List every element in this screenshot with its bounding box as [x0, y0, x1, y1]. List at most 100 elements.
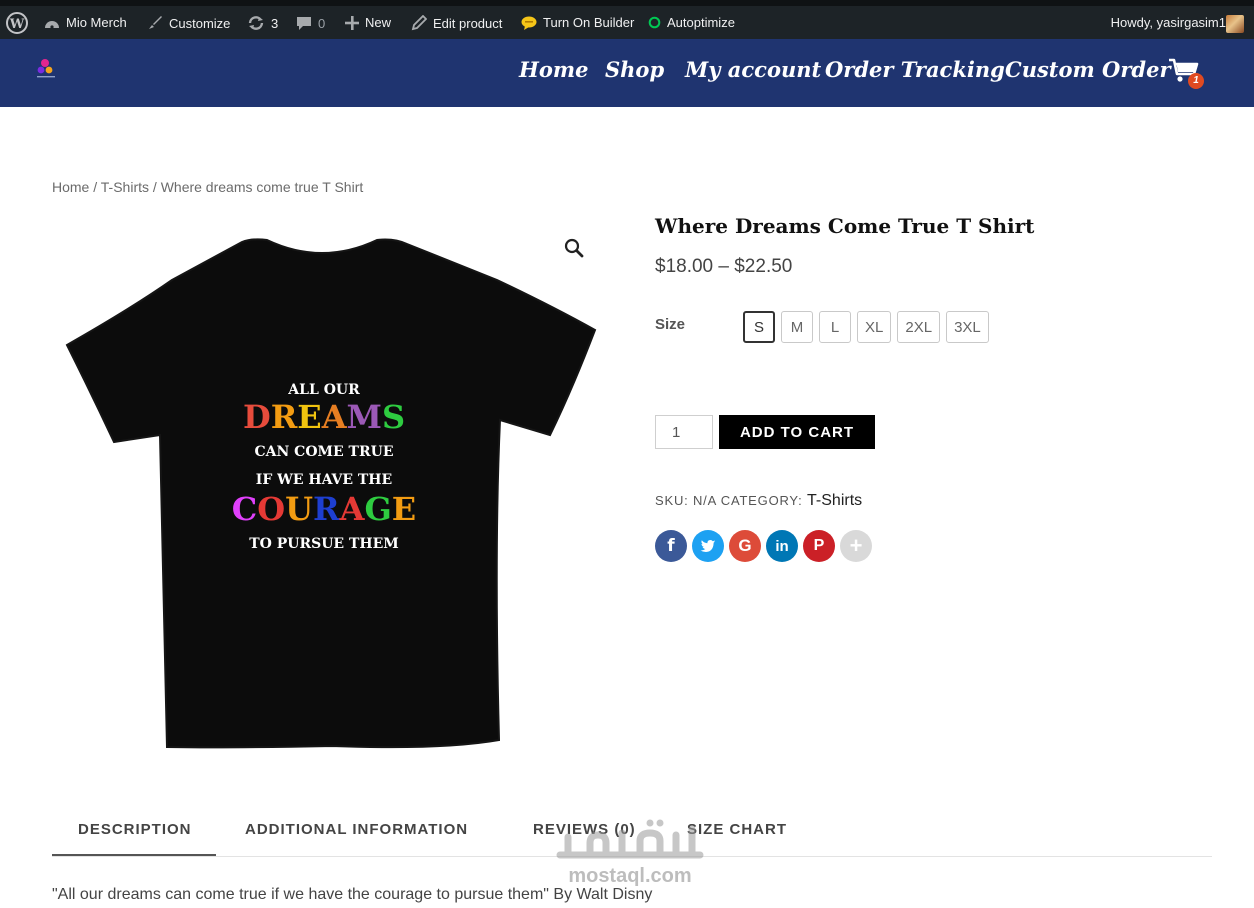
shirt-letter: O — [257, 490, 285, 528]
admin-edit-product-label: Edit product — [433, 15, 503, 31]
size-option-s[interactable]: S — [743, 311, 775, 343]
admin-new-link[interactable]: New — [345, 15, 391, 30]
nav-shop[interactable]: Shop — [605, 57, 664, 82]
size-option-3xl[interactable]: 3XL — [946, 311, 989, 343]
shirt-letter: C — [232, 490, 257, 528]
admin-edit-product-link[interactable]: Edit product — [411, 15, 502, 31]
nav-home[interactable]: Home — [519, 57, 588, 82]
category-label: CATEGORY: — [720, 493, 803, 508]
watermark: mostaql.com — [550, 815, 710, 895]
add-to-cart-button[interactable]: ADD TO CART — [719, 415, 875, 449]
twitter-icon[interactable] — [692, 530, 724, 562]
admin-builder-link[interactable]: Turn On Builder — [521, 15, 634, 30]
shirt-text-line6: TO PURSUE THEM — [249, 536, 399, 552]
wordpress-icon[interactable]: W — [6, 12, 28, 34]
cart-count-badge: 1 — [1188, 73, 1204, 89]
size-option-l[interactable]: L — [819, 311, 851, 343]
brush-icon — [149, 16, 162, 29]
breadcrumb: Home / T-Shirts / Where dreams come true… — [52, 179, 363, 195]
share-glyph: P — [813, 537, 825, 554]
share-buttons: f G in P + — [655, 530, 872, 562]
zoom-icon[interactable] — [563, 237, 585, 259]
svg-text:W: W — [9, 17, 25, 32]
plus-icon — [345, 15, 359, 30]
cart-button[interactable]: 1 — [1168, 57, 1208, 91]
shirt-letter: R — [313, 490, 340, 528]
avatar[interactable] — [1226, 15, 1244, 33]
shirt-letter: E — [392, 490, 416, 528]
status-circle-icon — [648, 16, 661, 29]
shirt-letter: A — [339, 490, 366, 528]
updates-icon — [248, 16, 264, 30]
shirt-text-courage: COURAGE — [232, 490, 416, 528]
shirt-letter: G — [364, 490, 391, 528]
watermark-logo — [556, 819, 704, 859]
admin-customize-link[interactable]: Customize — [147, 15, 230, 31]
shirt-text-line3: CAN COME TRUE — [255, 444, 394, 460]
shirt-letter: E — [297, 398, 321, 436]
admin-site-name: Mio Merch — [66, 15, 127, 30]
shirt-text-line1: ALL OUR — [287, 382, 360, 398]
shirt-text-dreams: DREAMS — [243, 398, 405, 436]
nav-order-tracking[interactable]: Order Tracking — [825, 57, 1005, 82]
category-link[interactable]: T-Shirts — [807, 492, 862, 509]
breadcrumb-category[interactable]: T-Shirts — [101, 179, 149, 195]
product-image[interactable]: ALL OUR DREAMS CAN COME TRUE IF WE HAVE … — [52, 220, 612, 765]
size-option-xl[interactable]: XL — [857, 311, 892, 343]
admin-autoptimize-label: Autoptimize — [667, 15, 735, 30]
linkedin-icon[interactable]: in — [766, 530, 798, 562]
shirt-letter: R — [271, 398, 298, 436]
share-glyph: in — [775, 537, 789, 555]
product-title: Where Dreams Come True T Shirt — [655, 214, 1035, 238]
size-label: Size — [655, 316, 686, 333]
share-glyph: G — [738, 536, 752, 555]
tab-additional-information[interactable]: ADDITIONAL INFORMATION — [245, 821, 468, 838]
builder-chat-icon — [521, 16, 537, 30]
shirt-letter: U — [285, 490, 313, 528]
quantity-input[interactable] — [655, 415, 713, 449]
product-meta: SKU: N/A CATEGORY: T-Shirts — [655, 492, 862, 510]
product-price: $18.00 – $22.50 — [655, 256, 793, 277]
breadcrumb-current: Where dreams come true T Shirt — [160, 179, 364, 195]
admin-site-link[interactable]: Mio Merch — [44, 15, 127, 30]
pencil-icon — [411, 15, 427, 31]
sku-label: SKU: — [655, 493, 689, 508]
shirt-letter: S — [382, 398, 405, 436]
admin-bar: W Mio Merch Customize 3 0 New Edit produ… — [0, 0, 1254, 39]
pinterest-icon[interactable]: P — [803, 530, 835, 562]
admin-autoptimize-link[interactable]: Autoptimize — [648, 15, 735, 30]
more-share-icon[interactable]: + — [840, 530, 872, 562]
tab-description[interactable]: DESCRIPTION — [78, 821, 192, 838]
shirt-letter: M — [347, 398, 382, 436]
active-tab-indicator — [52, 854, 216, 856]
admin-howdy-text: Howdy, yasirgasim1 — [1110, 15, 1226, 30]
admin-account-link[interactable]: Howdy, yasirgasim1 — [1111, 15, 1226, 30]
twitter-bird-glyph — [700, 540, 715, 552]
admin-customize-label: Customize — [169, 15, 231, 31]
comment-icon — [297, 17, 311, 30]
sku-value: N/A — [692, 493, 717, 508]
share-glyph: f — [667, 536, 675, 556]
nav-my-account[interactable]: My account — [685, 57, 821, 82]
admin-updates-link[interactable]: 3 — [247, 15, 278, 31]
admin-comments-link[interactable]: 0 — [296, 15, 325, 31]
admin-builder-label: Turn On Builder — [543, 15, 635, 30]
share-glyph: + — [849, 533, 863, 558]
breadcrumb-separator: / — [149, 179, 161, 195]
breadcrumb-home[interactable]: Home — [52, 179, 89, 195]
facebook-icon[interactable]: f — [655, 530, 687, 562]
size-option-m[interactable]: M — [781, 311, 813, 343]
admin-updates-count: 3 — [271, 15, 279, 31]
shirt-letter: A — [321, 398, 348, 436]
size-swatches: S M L XL 2XL 3XL — [743, 311, 989, 343]
admin-new-label: New — [365, 15, 392, 30]
breadcrumb-separator: / — [89, 179, 101, 195]
watermark-text: mostaql.com — [568, 865, 692, 887]
size-option-2xl[interactable]: 2XL — [897, 311, 941, 343]
shirt-text-line4: IF WE HAVE THE — [256, 472, 392, 488]
site-logo[interactable] — [34, 57, 58, 81]
admin-comments-count: 0 — [318, 15, 326, 31]
google-plus-icon[interactable]: G — [729, 530, 761, 562]
dashboard-icon — [45, 20, 59, 29]
nav-custom-order[interactable]: Custom Order — [1005, 57, 1171, 82]
